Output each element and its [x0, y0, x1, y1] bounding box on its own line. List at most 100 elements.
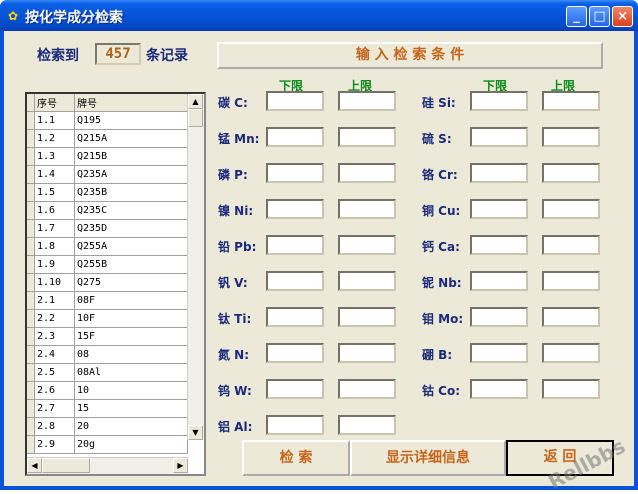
upper-limit-input[interactable]: [542, 379, 600, 399]
lower-limit-input[interactable]: [470, 307, 528, 327]
seq-cell[interactable]: 2.7: [34, 399, 75, 418]
grade-cell[interactable]: Q235B: [74, 183, 188, 202]
seq-cell[interactable]: 1.8: [34, 237, 75, 256]
grid-horizontal-scrollbar[interactable]: ◀ ▶: [27, 457, 188, 474]
table-row[interactable]: 1.2 Q215A: [27, 129, 188, 148]
upper-limit-input[interactable]: [338, 127, 396, 147]
table-row[interactable]: 2.6 10: [27, 381, 188, 400]
show-details-button[interactable]: 显示详细信息: [350, 440, 506, 476]
upper-limit-input[interactable]: [338, 163, 396, 183]
upper-limit-input[interactable]: [542, 199, 600, 219]
table-row[interactable]: 1.6 Q235C: [27, 201, 188, 220]
upper-limit-input[interactable]: [338, 199, 396, 219]
upper-limit-input[interactable]: [338, 379, 396, 399]
lower-limit-input[interactable]: [266, 343, 324, 363]
lower-limit-input[interactable]: [266, 307, 324, 327]
row-indicator[interactable]: [27, 273, 35, 292]
table-row[interactable]: 2.3 15F: [27, 327, 188, 346]
lower-limit-input[interactable]: [266, 235, 324, 255]
grade-cell[interactable]: Q215B: [74, 147, 188, 166]
grade-cell[interactable]: Q275: [74, 273, 188, 292]
lower-limit-input[interactable]: [266, 91, 324, 111]
grade-cell[interactable]: Q255A: [74, 237, 188, 256]
seq-cell[interactable]: 2.2: [34, 309, 75, 328]
table-row[interactable]: 2.7 15: [27, 399, 188, 418]
row-indicator[interactable]: [27, 129, 35, 148]
grade-cell[interactable]: 08Al: [74, 363, 188, 382]
row-indicator[interactable]: [27, 201, 35, 220]
table-row[interactable]: 1.4 Q235A: [27, 165, 188, 184]
upper-limit-input[interactable]: [542, 343, 600, 363]
grade-cell[interactable]: Q255B: [74, 255, 188, 274]
seq-cell[interactable]: 2.3: [34, 327, 75, 346]
lower-limit-input[interactable]: [470, 343, 528, 363]
grade-cell[interactable]: 08: [74, 345, 188, 364]
header-seq[interactable]: 序号: [34, 94, 75, 112]
lower-limit-input[interactable]: [470, 163, 528, 183]
row-indicator[interactable]: [27, 291, 35, 310]
seq-cell[interactable]: 1.10: [34, 273, 75, 292]
seq-cell[interactable]: 1.7: [34, 219, 75, 238]
grade-cell[interactable]: Q215A: [74, 129, 188, 148]
grade-cell[interactable]: 10F: [74, 309, 188, 328]
header-grade[interactable]: 牌号: [74, 94, 188, 112]
lower-limit-input[interactable]: [266, 271, 324, 291]
row-indicator[interactable]: [27, 381, 35, 400]
row-indicator[interactable]: [27, 399, 35, 418]
table-row[interactable]: 2.8 20: [27, 417, 188, 436]
grade-cell[interactable]: 10: [74, 381, 188, 400]
seq-cell[interactable]: 1.9: [34, 255, 75, 274]
upper-limit-input[interactable]: [542, 271, 600, 291]
horizontal-scroll-thumb[interactable]: [42, 458, 90, 473]
upper-limit-input[interactable]: [542, 235, 600, 255]
row-indicator[interactable]: [27, 255, 35, 274]
seq-cell[interactable]: 2.8: [34, 417, 75, 436]
row-indicator[interactable]: [27, 165, 35, 184]
row-indicator[interactable]: [27, 309, 35, 328]
upper-limit-input[interactable]: [542, 127, 600, 147]
row-indicator[interactable]: [27, 237, 35, 256]
scroll-right-icon[interactable]: ▶: [173, 458, 188, 473]
lower-limit-input[interactable]: [470, 91, 528, 111]
table-row[interactable]: 2.5 08Al: [27, 363, 188, 382]
table-row[interactable]: 1.8 Q255A: [27, 237, 188, 256]
grade-cell[interactable]: 15: [74, 399, 188, 418]
maximize-button[interactable]: □: [589, 6, 610, 27]
seq-cell[interactable]: 1.5: [34, 183, 75, 202]
lower-limit-input[interactable]: [266, 163, 324, 183]
upper-limit-input[interactable]: [542, 91, 600, 111]
lower-limit-input[interactable]: [266, 199, 324, 219]
vertical-scroll-thumb[interactable]: [188, 109, 203, 127]
upper-limit-input[interactable]: [338, 91, 396, 111]
grade-cell[interactable]: Q235D: [74, 219, 188, 238]
table-row[interactable]: 2.1 08F: [27, 291, 188, 310]
seq-cell[interactable]: 1.3: [34, 147, 75, 166]
seq-cell[interactable]: 2.5: [34, 363, 75, 382]
close-button[interactable]: ×: [612, 6, 633, 27]
table-row[interactable]: 2.9 20g: [27, 435, 188, 454]
upper-limit-input[interactable]: [338, 415, 396, 435]
seq-cell[interactable]: 2.9: [34, 435, 75, 454]
minimize-button[interactable]: _: [566, 6, 587, 27]
scroll-down-icon[interactable]: ▼: [188, 425, 203, 440]
lower-limit-input[interactable]: [470, 199, 528, 219]
lower-limit-input[interactable]: [470, 235, 528, 255]
grade-cell[interactable]: 08F: [74, 291, 188, 310]
upper-limit-input[interactable]: [542, 307, 600, 327]
table-row[interactable]: 1.1 Q195: [27, 111, 188, 130]
grade-grid[interactable]: 序号 牌号 1.1 Q195 1.2 Q215A 1.3 Q215B 1.4 Q235A 1.5…: [25, 92, 206, 476]
grade-cell[interactable]: Q235C: [74, 201, 188, 220]
seq-cell[interactable]: 2.6: [34, 381, 75, 400]
row-indicator[interactable]: [27, 111, 35, 130]
table-row[interactable]: 1.7 Q235D: [27, 219, 188, 238]
scroll-left-icon[interactable]: ◀: [27, 458, 42, 473]
table-row[interactable]: 1.9 Q255B: [27, 255, 188, 274]
row-indicator[interactable]: [27, 435, 35, 454]
row-indicator[interactable]: [27, 417, 35, 436]
seq-cell[interactable]: 1.1: [34, 111, 75, 130]
lower-limit-input[interactable]: [266, 379, 324, 399]
row-indicator[interactable]: [27, 147, 35, 166]
lower-limit-input[interactable]: [266, 415, 324, 435]
lower-limit-input[interactable]: [470, 379, 528, 399]
grade-cell[interactable]: 20g: [74, 435, 188, 454]
